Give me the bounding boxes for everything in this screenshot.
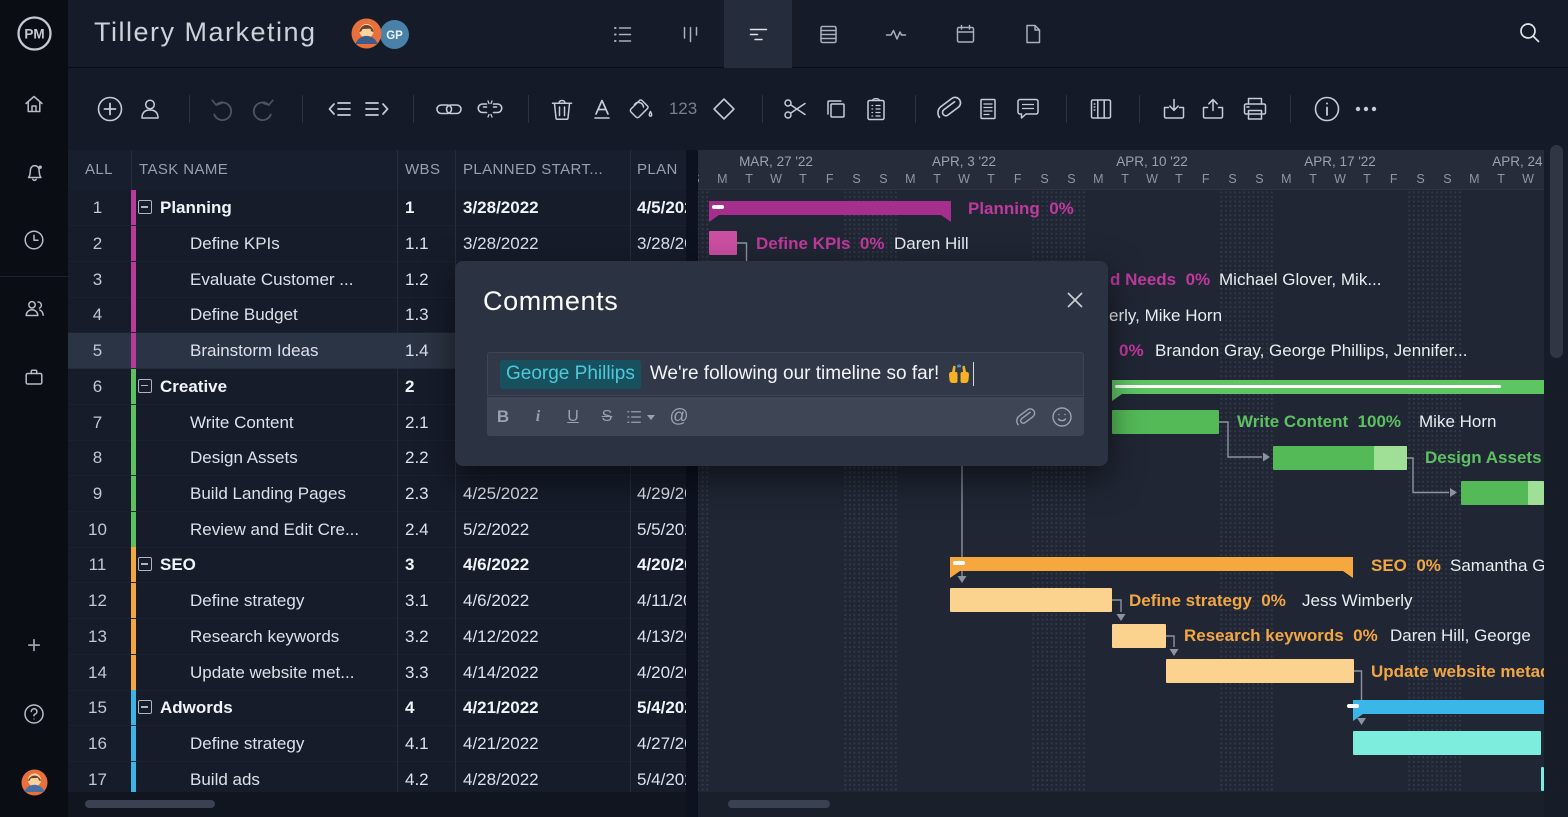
svg-text:PM: PM — [24, 27, 44, 42]
svg-text:GP: GP — [386, 30, 403, 42]
